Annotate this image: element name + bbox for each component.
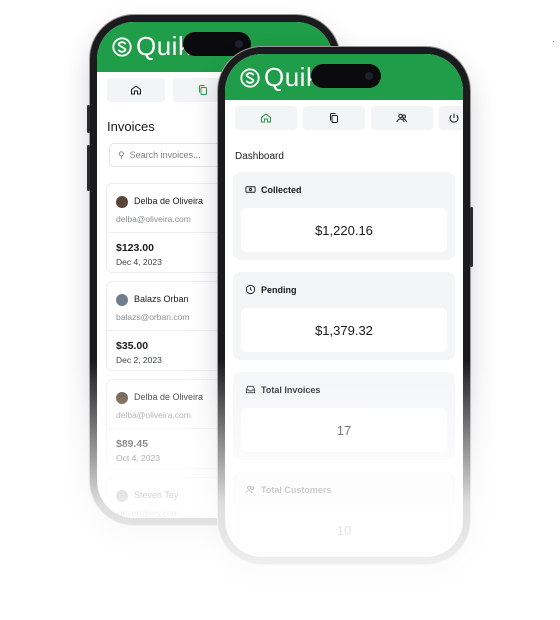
stat-label: Total Customers: [245, 484, 331, 495]
stat-card-total-customers: Total Customers 10: [233, 472, 455, 557]
search-input[interactable]: ⚲ Search invoices...: [109, 143, 235, 167]
quik-logo-icon: [112, 36, 132, 57]
documents-icon: [199, 85, 207, 95]
app-logo[interactable]: Quik: [111, 31, 191, 62]
power-icon: [449, 113, 459, 123]
customer-email: balazs@orban.com: [116, 312, 190, 322]
invoice-item[interactable]: Balazs Orban balazs@orban.com $35.00 Dec…: [106, 281, 236, 371]
edge-mark: ·: [552, 36, 555, 46]
nav-home-button[interactable]: [107, 78, 165, 102]
stat-label-text: Total Invoices: [261, 384, 321, 395]
home-icon: [261, 113, 271, 123]
stat-label-text: Pending: [261, 284, 297, 295]
app-logo[interactable]: Quik: [239, 62, 319, 93]
customer-name: Balazs Orban: [134, 294, 189, 304]
nav-bar: [225, 100, 463, 136]
stat-card-pending: Pending $1,379.32: [233, 272, 455, 360]
clock-icon: [245, 284, 256, 295]
page-title: Invoices: [107, 119, 155, 134]
home-icon: [131, 85, 141, 95]
inbox-icon: [245, 384, 256, 395]
avatar: [116, 196, 128, 208]
stat-label-text: Total Customers: [261, 484, 332, 495]
phone-dashboard: Quik Dashboard Collected $1,220.16 Pendi…: [218, 47, 473, 564]
customer-email: delba@oliveira.com: [116, 214, 191, 224]
invoice-date: Oct 4, 2023: [116, 453, 160, 463]
page-title: Dashboard: [235, 151, 284, 162]
invoice-date: Dec 4, 2023: [116, 257, 162, 267]
quik-logo-icon: [240, 67, 260, 88]
documents-icon: [330, 113, 338, 123]
stat-label: Total Invoices: [245, 384, 320, 395]
stat-value: $1,220.16: [241, 208, 447, 252]
nav-customers-button[interactable]: [371, 106, 433, 130]
customer-name: Delba de Oliveira: [134, 392, 204, 402]
invoice-amount: $35.00: [116, 340, 149, 352]
invoice-item[interactable]: Delba de Oliveira delba@oliveira.com $12…: [106, 183, 236, 273]
invoice-date: Dec 2, 2023: [116, 355, 162, 365]
nav-invoices-button[interactable]: [303, 106, 365, 130]
customer-name: Delba de Oliveira: [134, 196, 204, 206]
stat-value: 17: [241, 408, 447, 452]
stat-card-collected: Collected $1,220.16: [233, 172, 455, 260]
phone-button: [470, 207, 473, 267]
invoice-amount: $123.00: [116, 242, 154, 254]
app-header: Quik: [225, 54, 463, 100]
stat-value: $1,379.32: [241, 308, 447, 352]
avatar: [116, 294, 128, 306]
nav-logout-button[interactable]: [439, 106, 463, 130]
users-icon: [245, 484, 256, 495]
invoice-item[interactable]: Delba de Oliveira delba@oliveira.com $89…: [106, 379, 236, 469]
customer-name: Steven Tey: [134, 490, 179, 500]
stat-label: Pending: [245, 284, 297, 295]
banknote-icon: [245, 184, 256, 195]
search-placeholder: Search invoices...: [129, 150, 201, 160]
phone-button: [87, 105, 90, 133]
customer-email: steven@tey.com: [116, 508, 179, 518]
avatar: [116, 490, 128, 502]
stat-card-total-invoices: Total Invoices 17: [233, 372, 455, 460]
invoice-item[interactable]: Steven Tey steven@tey.com: [106, 477, 236, 518]
customer-email: delba@oliveira.com: [116, 410, 191, 420]
avatar: [116, 392, 128, 404]
stat-label: Collected: [245, 184, 302, 195]
phone-button: [87, 145, 90, 191]
dashboard-screen: Quik Dashboard Collected $1,220.16 Pendi…: [225, 54, 463, 557]
search-icon: ⚲: [118, 149, 125, 160]
nav-home-button[interactable]: [235, 106, 297, 130]
dynamic-island: [311, 64, 381, 88]
stat-label-text: Collected: [261, 184, 302, 195]
invoice-amount: $89.45: [116, 438, 149, 450]
stat-value: 10: [241, 508, 447, 552]
users-icon: [396, 113, 407, 123]
